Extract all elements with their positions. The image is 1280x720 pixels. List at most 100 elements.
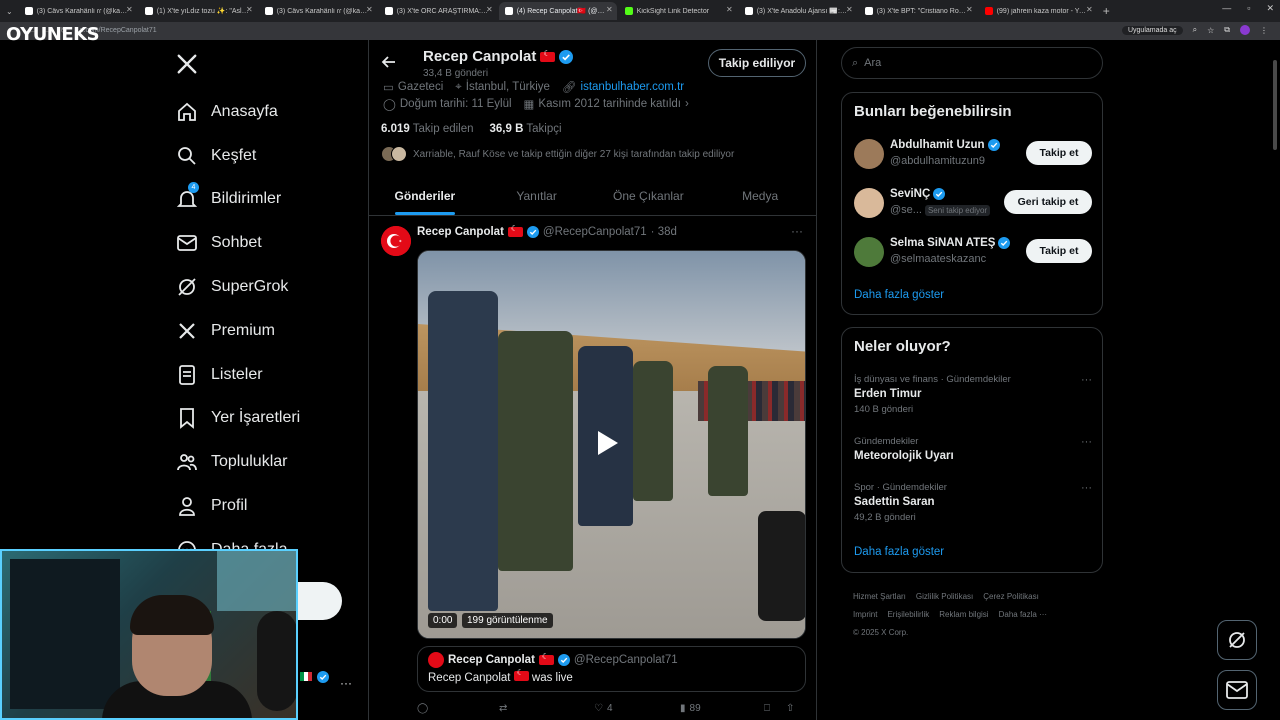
extensions-icon[interactable]: ⧉ [1224,25,1230,35]
tab-close-icon[interactable]: ✕ [846,5,853,14]
tweet-author[interactable]: Recep Canpolat [417,226,504,238]
sidebar-item-explore[interactable]: Keşfet [176,134,300,178]
tweet-age[interactable]: · 38d [651,226,677,238]
footer-link[interactable]: Erişilebilirlik [887,610,929,619]
browser-tab[interactable]: (3) Cävs Karahänli ɾɾ (@karahan ✕ [259,2,377,20]
suggested-account[interactable]: SeviNÇ @se... Seni takip ediyor Geri takip … [854,186,1092,222]
show-more-link[interactable]: Daha fazla göster [854,289,944,301]
tweet-handle[interactable]: @RecepCanpolat71 [543,226,647,238]
tab-close-icon[interactable]: ✕ [246,5,253,14]
browser-tab[interactable]: (99) jahrein kaza motor - YouTu ✕ [979,2,1097,20]
scrollbar[interactable] [1273,60,1277,150]
following-link[interactable]: 6.019 Takip edilen [381,123,474,135]
sidebar-item-chat[interactable]: Sohbet [176,221,300,265]
followers-link[interactable]: 36,9 B Takipçi [490,123,562,135]
new-tab-button[interactable]: + [1103,4,1110,18]
chevron-right-icon[interactable]: › [685,98,689,110]
reply-button[interactable]: ◯ [417,703,489,714]
more-options-icon[interactable]: ··· [1081,436,1092,448]
open-in-app-pill[interactable]: Uygulamada aç [1121,25,1183,35]
following-button[interactable]: Takip ediliyor [708,49,806,77]
avatar[interactable] [854,139,884,169]
account-menu-icon[interactable]: ··· [340,676,352,690]
sidebar-item-bookmarks[interactable]: Yer İşaretleri [176,397,300,441]
browser-tab[interactable]: (3) X'te ORC ARAŞTIRMA: "SİVİ ✕ [379,2,497,20]
play-icon[interactable] [598,431,618,455]
bookmark-button[interactable]: ⎕ [764,703,770,714]
sidebar-item-communities[interactable]: Topluluklar [176,440,300,484]
tab-medya[interactable]: Medya [704,176,816,215]
trend-item[interactable]: Spor · Gündemdekiler Sadettin Saran 49,2 B… [854,482,1092,523]
repost-button[interactable]: ⇄ [499,703,584,714]
quoted-tweet[interactable]: Recep Canpolat @RecepCanpolat71 Recep Ca… [417,646,806,692]
avatar[interactable] [381,226,411,256]
star-icon[interactable]: ☆ [1207,26,1214,35]
footer-link[interactable]: Hizmet Şartları [853,592,906,601]
browser-tab[interactable]: (1) X'te yıLdız tozu ✨: "Asla evi ✕ [139,2,257,20]
video-player[interactable]: 0:00 199 görüntülenme [417,250,806,639]
close-window-icon[interactable]: ✕ [1266,3,1274,14]
messages-button[interactable] [1217,670,1257,710]
profile-name: Recep Canpolat [423,48,574,65]
verified-badge-icon [557,654,570,666]
tab-close-icon[interactable]: ✕ [726,5,733,14]
suggested-account[interactable]: Selma SiNAN ATEŞ @selmaateskazanc Takip et [854,235,1092,271]
search-input[interactable]: ⌕ Ara [841,47,1103,79]
trend-item[interactable]: İş dünyası ve finans · Gündemdekiler Erde… [854,374,1092,415]
profile-job: Gazeteci [397,81,444,93]
profile-website-link[interactable]: istanbulhaber.com.tr [581,81,685,93]
tab-gönderiler[interactable]: Gönderiler [369,176,481,215]
browser-tab[interactable]: (3) Cävs Karahänli ɾɾ (@karahan ✕ [19,2,137,20]
tab-close-icon[interactable]: ✕ [126,5,133,14]
known-followers[interactable]: Xarriable, Rauf Köse ve takip ettiğin di… [381,146,734,162]
footer-link[interactable]: Reklam bilgisi [939,610,988,619]
sidebar-item-lists[interactable]: Listeler [176,353,300,397]
grok-button[interactable] [1217,620,1257,660]
tab-yanıtlar[interactable]: Yanıtlar [481,176,593,215]
tab-menu-icon[interactable]: ⌄ [6,7,13,16]
tab-close-icon[interactable]: ✕ [606,5,613,14]
tab-favicon-icon [144,7,153,15]
sidebar-item-premium[interactable]: Premium [176,309,300,353]
follow-button[interactable]: Geri takip et [1004,190,1092,214]
footer-link[interactable]: Daha fazla ··· [999,610,1047,619]
like-button[interactable]: ♡ 4 [594,703,680,714]
browser-tab[interactable]: KickSight Link Detector ✕ [619,2,737,20]
profile-avatar-icon[interactable] [1240,25,1250,35]
trends-show-more-link[interactable]: Daha fazla göster [854,546,944,558]
back-arrow-icon[interactable] [381,54,397,70]
zoom-icon[interactable]: ⌕ [1193,25,1197,35]
suggested-account[interactable]: Abdulhamit Uzun @abdulhamituzun9 Takip et [854,137,1092,173]
avatar[interactable] [854,237,884,267]
follow-button[interactable]: Takip et [1026,141,1092,165]
x-logo-icon[interactable] [176,53,198,75]
minimize-icon[interactable]: — [1222,3,1231,14]
sidebar-item-supergrok[interactable]: SuperGrok [176,265,300,309]
follow-button[interactable]: Takip et [1026,239,1092,263]
tab-öne-çıkanlar[interactable]: Öne Çıkanlar [593,176,705,215]
grok-icon [1229,632,1245,648]
bookmark-icon: ⎕ [764,703,770,714]
footer-link[interactable]: Çerez Politikası [983,592,1039,601]
browser-tab[interactable]: (3) X'te BPT: "Cristiano Ronaldo ✕ [859,2,977,20]
tab-close-icon[interactable]: ✕ [486,5,493,14]
more-options-icon[interactable]: ··· [791,224,803,238]
sidebar-item-profile[interactable]: Profil [176,484,300,528]
browser-menu-icon[interactable]: ⋮ [1260,26,1268,35]
more-options-icon[interactable]: ··· [1081,374,1092,386]
tab-close-icon[interactable]: ✕ [966,5,973,14]
footer-link[interactable]: Imprint [853,610,877,619]
tab-close-icon[interactable]: ✕ [1086,5,1093,14]
tab-close-icon[interactable]: ✕ [366,5,373,14]
avatar[interactable] [854,188,884,218]
footer-link[interactable]: Gizlilik Politikası [916,592,973,601]
maximize-icon[interactable]: ▫ [1247,3,1250,14]
trend-item[interactable]: Gündemdekiler Meteorolojik Uyarı ··· [854,436,1092,462]
share-button[interactable]: ⇧ [786,703,794,714]
sidebar-item-notifications[interactable]: 4 Bildirimler [176,178,300,222]
browser-tab[interactable]: (3) X'te Anadolu Ajansı 📰: "Kuzu✕ [739,2,857,20]
browser-tab[interactable]: (4) Recep Canpolat🇹🇷 (@Recep ✕ [498,2,617,20]
more-options-icon[interactable]: ··· [1081,482,1092,494]
views-button[interactable]: ▮ 89 [680,703,760,714]
sidebar-item-home[interactable]: Anasayfa [176,90,300,134]
